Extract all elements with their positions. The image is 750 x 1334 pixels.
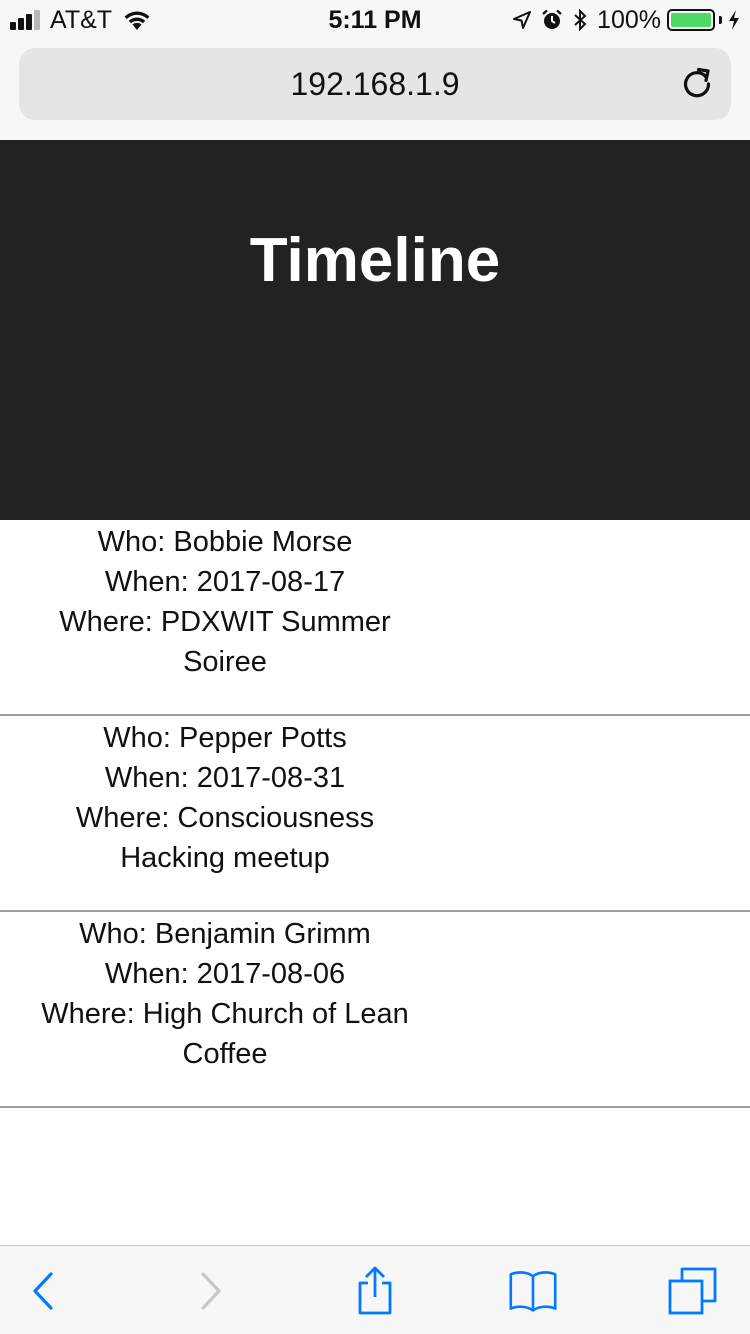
location-arrow-icon (513, 11, 532, 29)
entry-where: Where: Consciousness Hacking meetup (75, 802, 375, 874)
timeline-entry: Who: Pepper Potts When: 2017-08-31 Where… (0, 716, 750, 912)
entry-text: Who: Bobbie Morse When: 2017-08-17 Where… (0, 522, 450, 682)
entry-text: Who: Benjamin Grimm When: 2017-08-06 Whe… (0, 914, 450, 1074)
alarm-icon (542, 9, 562, 29)
forward-button[interactable] (186, 1266, 236, 1316)
entry-when: When: 2017-08-31 (104, 762, 346, 794)
entry-where: Where: High Church of Lean Coffee (41, 998, 409, 1070)
share-button[interactable] (350, 1266, 400, 1316)
entry-when: When: 2017-08-17 (104, 566, 346, 598)
timeline-entry: Who: Benjamin Grimm When: 2017-08-06 Whe… (0, 912, 750, 1108)
forward-icon[interactable] (199, 1271, 223, 1311)
browser-address-area: 192.168.1.9 (0, 40, 750, 140)
entry-where: Where: PDXWIT Summer Soiree (59, 606, 391, 678)
share-icon[interactable] (355, 1266, 395, 1316)
entry-text: Who: Pepper Potts When: 2017-08-31 Where… (0, 718, 450, 878)
browser-toolbar (0, 1245, 750, 1334)
hero-header: Timeline (0, 140, 750, 520)
entry-who: Who: Bobbie Morse (97, 526, 353, 558)
battery-fill (671, 13, 711, 27)
battery-tip (719, 16, 722, 24)
timeline-list: Who: Bobbie Morse When: 2017-08-17 Where… (0, 520, 750, 1108)
back-button[interactable] (18, 1266, 68, 1316)
page-title: Timeline (249, 226, 501, 295)
tabs-icon[interactable] (668, 1267, 718, 1315)
tabs-button[interactable] (668, 1266, 718, 1316)
reload-icon[interactable] (679, 66, 715, 102)
battery-icon (667, 9, 715, 31)
entry-who: Who: Pepper Potts (103, 722, 347, 754)
timeline-entry: Who: Bobbie Morse When: 2017-08-17 Where… (0, 520, 750, 716)
bookmarks-icon[interactable] (508, 1268, 558, 1314)
entry-who: Who: Benjamin Grimm (79, 918, 371, 950)
charging-bolt-icon (729, 10, 739, 30)
bluetooth-icon (574, 9, 587, 31)
url-bar[interactable]: 192.168.1.9 (19, 48, 731, 120)
bookmarks-button[interactable] (508, 1266, 558, 1316)
back-icon[interactable] (31, 1271, 55, 1311)
entry-when: When: 2017-08-06 (104, 958, 346, 990)
url-text[interactable]: 192.168.1.9 (19, 48, 731, 120)
battery-percent: 100% (597, 5, 661, 34)
status-bar: AT&T 5:11 PM 100% (0, 0, 750, 40)
status-right: 100% (513, 6, 740, 34)
